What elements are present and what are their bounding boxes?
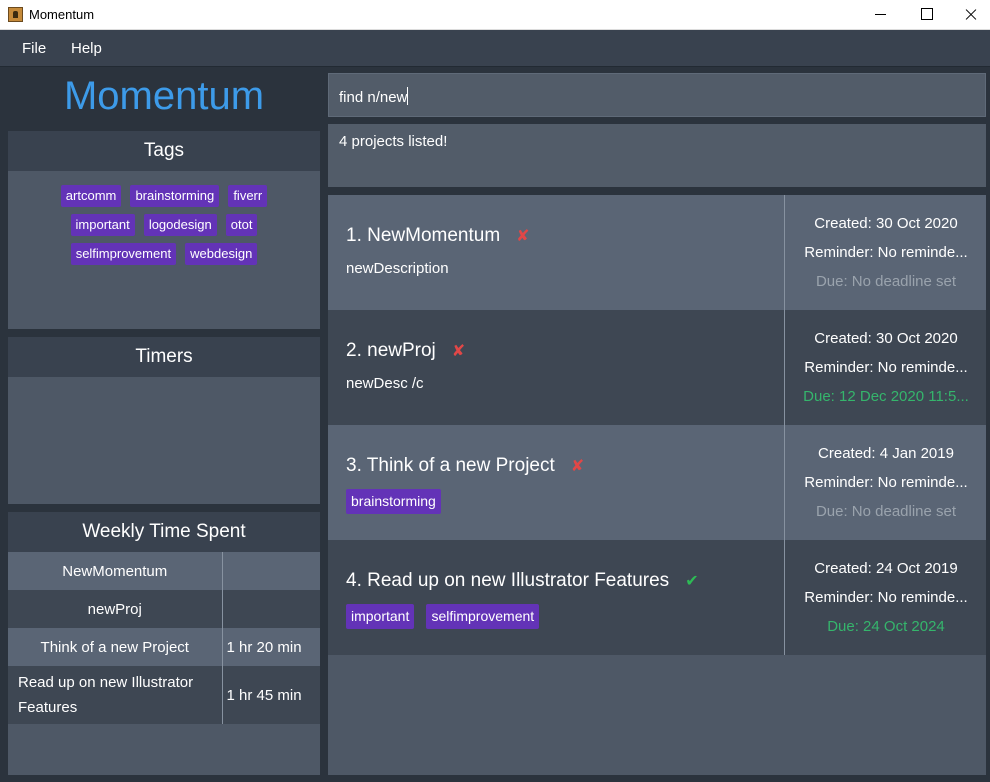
project-card-main: 3. Think of a new Project ✘ brainstorming (328, 425, 785, 540)
project-title-text: 1. NewMomentum (346, 225, 501, 246)
created-date: Created: 30 Oct 2020 (814, 215, 958, 232)
project-description: newDesc /c (346, 375, 424, 392)
project-title: 1. NewMomentum ✘ (346, 225, 530, 247)
tag[interactable]: artcomm (60, 184, 122, 207)
created-date: Created: 4 Jan 2019 (818, 445, 954, 462)
tag[interactable]: important (70, 213, 135, 236)
project-card-main: 2. newProj ✘ newDesc /c (328, 310, 785, 425)
time-spent-cell (222, 552, 320, 590)
project-name-cell: Think of a new Project (8, 628, 223, 666)
table-row[interactable]: newProj (8, 590, 320, 628)
tag[interactable]: webdesign (185, 242, 258, 265)
due-date: Due: No deadline set (815, 273, 957, 290)
menu-file[interactable]: File (22, 40, 46, 57)
command-value: find n/new (339, 89, 408, 106)
reminder-text: Reminder: No reminde... (804, 474, 968, 491)
table-row[interactable]: NewMomentum (8, 552, 320, 590)
project-title: 2. newProj ✘ (346, 340, 465, 362)
project-card[interactable]: 3. Think of a new Project ✘ brainstorming… (328, 425, 986, 540)
timers-panel: Timers (8, 337, 320, 504)
project-tags: important selfimprovement (346, 604, 546, 629)
text-caret (407, 87, 409, 105)
weekly-time-table: NewMomentum newProj Think of a new Proje… (8, 552, 320, 724)
project-card[interactable]: 4. Read up on new Illustrator Features ✔ … (328, 540, 986, 655)
tag[interactable]: brainstorming (130, 184, 220, 207)
command-input[interactable]: find n/new (328, 73, 986, 117)
incomplete-cross-icon: ✘ (570, 458, 585, 475)
tag[interactable]: selfimprovement (70, 242, 177, 265)
weekly-time-panel-title: Weekly Time Spent (8, 512, 320, 552)
timers-panel-title: Timers (8, 337, 320, 377)
incomplete-cross-icon: ✘ (451, 343, 466, 360)
result-message: 4 projects listed! (339, 133, 448, 150)
tags-panel-title: Tags (8, 131, 320, 171)
tag[interactable]: selfimprovement (426, 604, 540, 629)
reminder-text: Reminder: No reminde... (804, 589, 968, 606)
project-title: 4. Read up on new Illustrator Features ✔ (346, 570, 699, 592)
command-text: find n/new (339, 87, 409, 106)
project-card[interactable]: 2. newProj ✘ newDesc /c Created: 30 Oct 2… (328, 310, 986, 425)
menu-bar: File Help (0, 30, 990, 67)
project-list: 1. NewMomentum ✘ newDescription Created: … (328, 195, 986, 775)
project-title-text: 4. Read up on new Illustrator Features (346, 570, 670, 591)
incomplete-cross-icon: ✘ (516, 228, 530, 245)
project-dates: Created: 30 Oct 2020 Reminder: No remind… (786, 195, 986, 310)
due-date: Due: 24 Oct 2024 (827, 618, 945, 635)
project-title-text: 3. Think of a new Project (346, 455, 555, 476)
project-name-cell: NewMomentum (8, 552, 223, 590)
project-dates: Created: 30 Oct 2020 Reminder: No remind… (786, 310, 986, 425)
project-dates: Created: 4 Jan 2019 Reminder: No reminde… (786, 425, 986, 540)
tags-panel: Tags artcomm brainstorming fiverr import… (8, 131, 320, 329)
table-row[interactable]: Think of a new Project 1 hr 20 min (8, 628, 320, 666)
result-display: 4 projects listed! (328, 124, 986, 187)
maximize-icon[interactable] (903, 0, 949, 30)
complete-check-icon: ✔ (685, 573, 699, 590)
project-title-text: 2. newProj (346, 340, 436, 361)
close-icon[interactable] (949, 0, 990, 30)
weekly-time-panel: Weekly Time Spent NewMomentum newProj Th… (8, 512, 320, 775)
project-card[interactable]: 1. NewMomentum ✘ newDescription Created: … (328, 195, 986, 310)
tag[interactable]: otot (225, 213, 258, 236)
tag[interactable]: logodesign (143, 213, 217, 236)
app-icon (8, 7, 23, 22)
reminder-text: Reminder: No reminde... (804, 244, 968, 261)
project-tags: brainstorming (346, 489, 448, 514)
tag[interactable]: important (346, 604, 415, 629)
app-brand: Momentum (63, 74, 265, 118)
project-card-main: 4. Read up on new Illustrator Features ✔ … (328, 540, 785, 655)
due-date: Due: 12 Dec 2020 11:5... (803, 388, 969, 405)
project-name-cell: Read up on new Illustrator Features (8, 666, 223, 724)
table-row[interactable]: Read up on new Illustrator Features 1 hr… (8, 666, 320, 724)
time-spent-cell (222, 590, 320, 628)
time-spent-cell: 1 hr 45 min (226, 686, 302, 704)
project-description: newDescription (346, 260, 449, 277)
tag[interactable]: fiverr (228, 184, 268, 207)
project-dates: Created: 24 Oct 2019 Reminder: No remind… (786, 540, 986, 655)
minimize-icon[interactable] (857, 0, 903, 30)
tag-cloud: artcomm brainstorming fiverr important l… (8, 171, 320, 267)
due-date: Due: No deadline set (815, 503, 957, 520)
tag[interactable]: brainstorming (346, 489, 441, 514)
created-date: Created: 30 Oct 2020 (814, 330, 958, 347)
title-bar: Momentum (0, 0, 990, 30)
reminder-text: Reminder: No reminde... (804, 359, 968, 376)
project-card-main: 1. NewMomentum ✘ newDescription (328, 195, 785, 310)
time-spent-cell: 1 hr 20 min (226, 638, 302, 656)
project-title: 3. Think of a new Project ✘ (346, 455, 584, 477)
menu-help[interactable]: Help (71, 40, 102, 57)
project-name-cell: newProj (8, 590, 223, 628)
window-title: Momentum (29, 7, 95, 22)
created-date: Created: 24 Oct 2019 (814, 560, 958, 577)
